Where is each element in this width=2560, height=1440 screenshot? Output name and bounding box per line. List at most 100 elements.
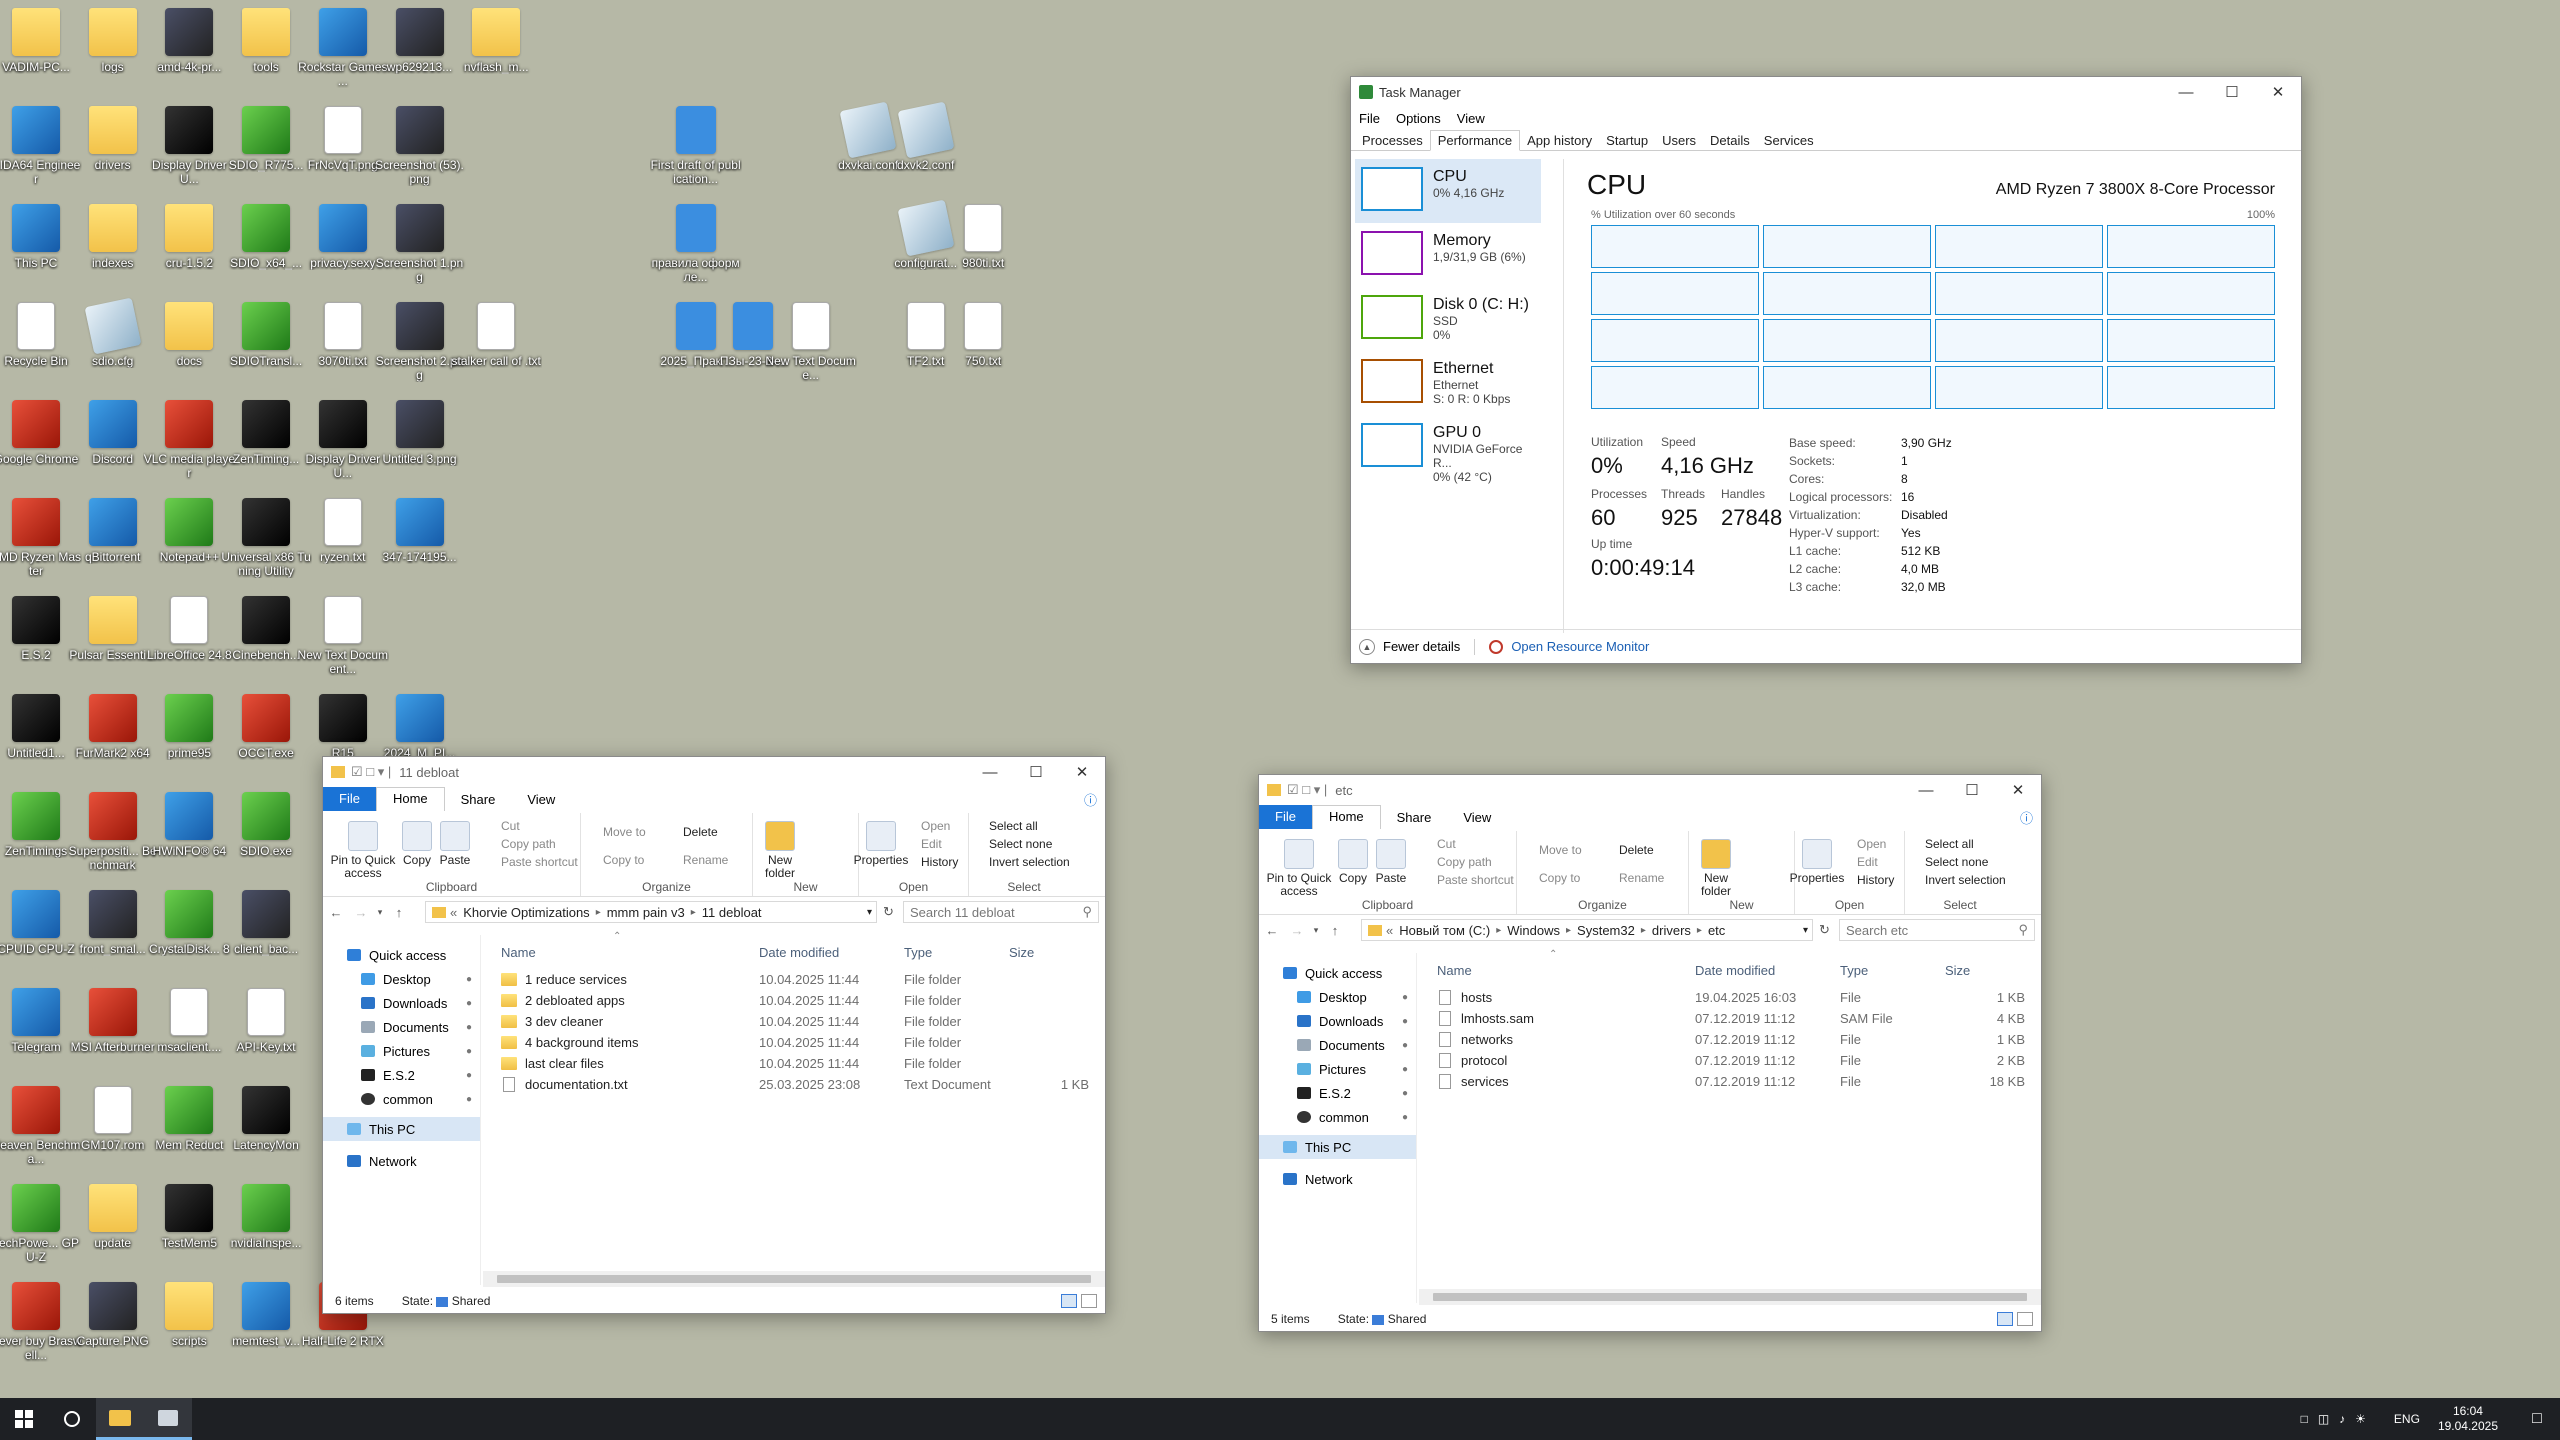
desktop-icon[interactable]: client_bac... xyxy=(220,890,312,956)
chevron-up-icon[interactable]: ▲ xyxy=(1359,638,1375,655)
resource-disk[interactable]: Disk 0 (C: H:) SSD 0% xyxy=(1355,287,1541,351)
desktop-icon[interactable]: stalker call of .txt xyxy=(450,302,542,368)
breadcrumb-item[interactable]: drivers xyxy=(1652,923,1691,938)
open-resource-monitor-link[interactable]: Open Resource Monitor xyxy=(1511,639,1649,654)
list-item[interactable]: services 07.12.2019 11:12 File 18 KB xyxy=(1425,1071,2041,1092)
taskbar-file-explorer[interactable] xyxy=(96,1398,144,1440)
language-indicator[interactable]: ENG xyxy=(2394,1412,2420,1426)
horizontal-scrollbar[interactable] xyxy=(1419,1289,2041,1305)
up-icon[interactable]: ↑ xyxy=(1323,923,1347,938)
tray-icons[interactable]: □◫♪☀ xyxy=(2301,1412,2376,1426)
new-folder-button[interactable]: New folder xyxy=(1691,839,1741,898)
copy-path-button[interactable]: Copy path xyxy=(1437,855,1492,869)
horizontal-scrollbar[interactable] xyxy=(483,1271,1105,1287)
paste-button[interactable]: Paste xyxy=(1373,839,1409,885)
properties-button[interactable]: Properties xyxy=(1785,839,1849,885)
cut-button[interactable]: Cut xyxy=(501,819,520,833)
edit-button[interactable]: Edit xyxy=(921,837,942,851)
resource-gpu[interactable]: GPU 0 NVIDIA GeForce R... 0% (42 °C) xyxy=(1355,415,1541,484)
refresh-icon[interactable]: ↻ xyxy=(1819,922,1830,938)
nav-documents[interactable]: Documents ● xyxy=(1259,1033,1416,1057)
paste-shortcut-button[interactable]: Paste shortcut xyxy=(1437,873,1514,887)
properties-button[interactable]: Properties xyxy=(849,821,913,867)
large-icons-view-icon[interactable] xyxy=(2017,1312,2033,1326)
address-bar[interactable]: « Khorvie Optimizations ▸ mmm pain v3 ▸ 11 de… xyxy=(425,901,877,923)
delete-button[interactable]: Delete xyxy=(683,825,718,839)
column-type[interactable]: Type xyxy=(904,945,932,960)
quick-toolbar[interactable]: ☑ □ ▾ | xyxy=(351,764,391,780)
column-name[interactable]: Name xyxy=(501,945,536,960)
list-item[interactable]: last clear files 10.04.2025 11:44 File fol… xyxy=(489,1053,1105,1074)
desktop-icon[interactable]: Screenshot (53).png xyxy=(374,106,466,186)
details-view-icon[interactable] xyxy=(1061,1294,1077,1308)
open-button[interactable]: Open xyxy=(1857,837,1886,851)
tab-performance[interactable]: Performance xyxy=(1429,130,1521,151)
search-button[interactable] xyxy=(48,1398,96,1440)
list-item[interactable]: 1 reduce services 10.04.2025 11:44 File fo… xyxy=(489,969,1105,990)
desktop-icon[interactable]: 750.txt xyxy=(937,302,1029,368)
details-view-icon[interactable] xyxy=(1997,1312,2013,1326)
nav-this-pc[interactable]: This PC xyxy=(323,1117,480,1141)
nav-common[interactable]: common ● xyxy=(323,1087,480,1111)
title-bar[interactable]: Task Manager — ☐ ✕ xyxy=(1351,77,2301,107)
nav-desktop[interactable]: Desktop ● xyxy=(323,967,480,991)
select-all-button[interactable]: Select all xyxy=(1925,837,1974,851)
resource-cpu[interactable]: CPU 0% 4,16 GHz xyxy=(1355,159,1541,223)
copy-button[interactable]: Copy xyxy=(399,821,435,867)
start-button[interactable] xyxy=(0,1398,48,1440)
address-dropdown-icon[interactable]: ▾ xyxy=(1799,925,1812,936)
list-item[interactable]: networks 07.12.2019 11:12 File 1 KB xyxy=(1425,1029,2041,1050)
maximize-icon[interactable]: ☐ xyxy=(1949,775,1995,805)
desktop-icon[interactable]: 980ti.txt xyxy=(937,204,1029,270)
move-to-button[interactable]: Move to xyxy=(1539,843,1582,857)
desktop-icon[interactable]: dxvk2.conf xyxy=(880,101,972,172)
desktop-icon[interactable]: SDIO.exe xyxy=(220,792,312,858)
history-button[interactable]: History xyxy=(921,855,958,869)
list-item[interactable]: hosts 19.04.2025 16:03 File 1 KB xyxy=(1425,987,2041,1008)
column-size[interactable]: Size xyxy=(1009,945,1034,960)
cut-button[interactable]: Cut xyxy=(1437,837,1456,851)
quick-toolbar[interactable]: ☑ □ ▾ | xyxy=(1287,782,1327,798)
nav-network[interactable]: Network xyxy=(1259,1167,1416,1191)
resource-ethernet[interactable]: Ethernet Ethernet S: 0 R: 0 Kbps xyxy=(1355,351,1541,415)
search-box[interactable]: Search 11 debloat ⚲ xyxy=(903,901,1099,923)
desktop-icon[interactable]: LatencyMon xyxy=(220,1086,312,1152)
search-box[interactable]: Search etc ⚲ xyxy=(1839,919,2035,941)
breadcrumb-item[interactable]: Windows xyxy=(1507,923,1560,938)
help-icon[interactable]: ⓘ xyxy=(1076,790,1105,809)
breadcrumb-item[interactable]: etc xyxy=(1708,923,1725,938)
back-icon[interactable]: ← xyxy=(1259,923,1285,938)
column-type[interactable]: Type xyxy=(1840,963,1868,978)
taskbar-task-manager[interactable] xyxy=(144,1398,192,1440)
desktop-icon[interactable]: nvflash_m... xyxy=(450,8,542,74)
list-item[interactable]: protocol 07.12.2019 11:12 File 2 KB xyxy=(1425,1050,2041,1071)
select-none-button[interactable]: Select none xyxy=(1925,855,1988,869)
copy-button[interactable]: Copy xyxy=(1335,839,1371,885)
title-bar[interactable]: ☑ □ ▾ | etc — ☐ ✕ xyxy=(1259,775,2041,805)
maximize-icon[interactable]: ☐ xyxy=(1013,757,1059,787)
desktop-icon[interactable]: Screenshot 1.png xyxy=(374,204,466,284)
breadcrumb-item[interactable]: mmm pain v3 xyxy=(607,905,685,920)
paste-shortcut-button[interactable]: Paste shortcut xyxy=(501,855,578,869)
rename-button[interactable]: Rename xyxy=(1619,871,1664,885)
desktop-icon[interactable]: nvidiaInspe... xyxy=(220,1184,312,1250)
tab-file[interactable]: File xyxy=(1259,805,1312,829)
list-item[interactable]: documentation.txt 25.03.2025 23:08 Text Do… xyxy=(489,1074,1105,1095)
tab-view[interactable]: View xyxy=(511,789,571,810)
tab-startup[interactable]: Startup xyxy=(1599,131,1655,150)
new-folder-button[interactable]: New folder xyxy=(755,821,805,880)
tab-details[interactable]: Details xyxy=(1703,131,1757,150)
address-dropdown-icon[interactable]: ▾ xyxy=(863,907,876,918)
minimize-icon[interactable]: — xyxy=(2163,77,2209,107)
tab-share[interactable]: Share xyxy=(445,789,512,810)
tab-home[interactable]: Home xyxy=(375,787,445,811)
pin-button[interactable]: Pin to Quick access xyxy=(327,821,399,880)
maximize-icon[interactable]: ☐ xyxy=(2209,77,2255,107)
tab-services[interactable]: Services xyxy=(1757,131,1821,150)
refresh-icon[interactable]: ↻ xyxy=(883,904,894,920)
recent-locations-icon[interactable]: ▾ xyxy=(373,907,387,918)
history-button[interactable]: History xyxy=(1857,873,1894,887)
notification-icon[interactable]: □ xyxy=(2514,1410,2560,1428)
address-bar[interactable]: « Новый том (C:) ▸ Windows ▸ System32 ▸ drivers… xyxy=(1361,919,1813,941)
nav-downloads[interactable]: Downloads ● xyxy=(323,991,480,1015)
